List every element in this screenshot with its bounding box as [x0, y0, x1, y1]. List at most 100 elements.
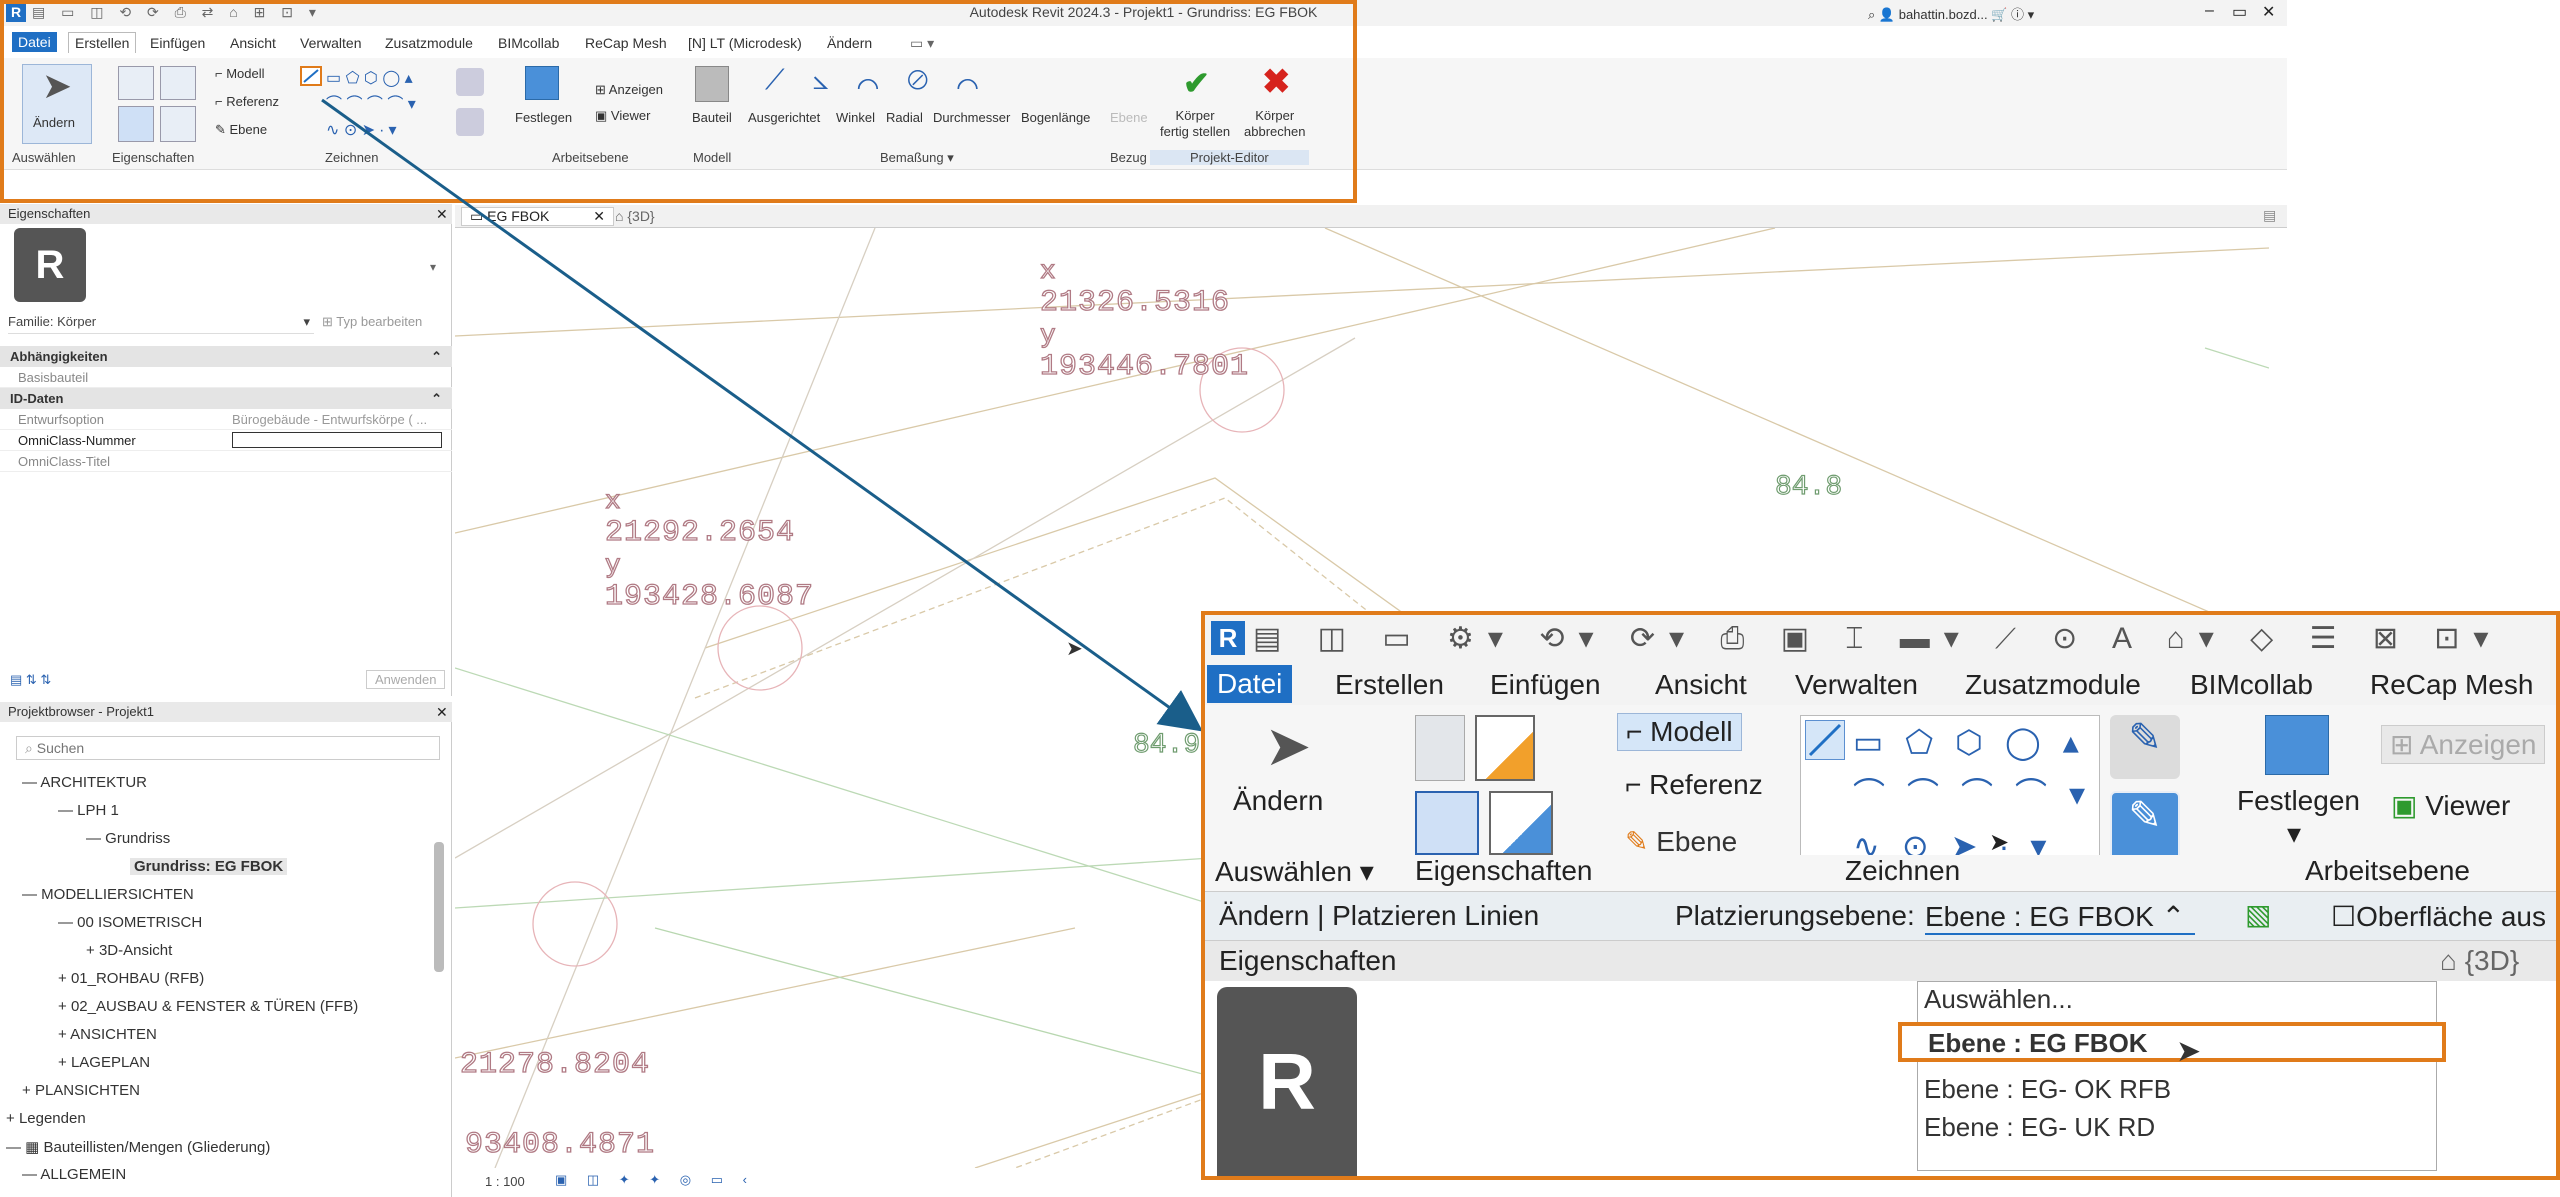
cancel-x-icon[interactable]: ✖ [1262, 62, 1291, 102]
search-input[interactable] [36, 740, 417, 756]
modell-button[interactable]: ⌐ Modell [1617, 713, 1742, 751]
tab-ansicht[interactable]: Ansicht [230, 35, 276, 51]
festlegen-button[interactable]: Festlegen ▾ [2237, 785, 2360, 850]
tab-zusatzmodule[interactable]: Zusatzmodule [385, 35, 473, 51]
tab-verwalten[interactable]: Verwalten [300, 35, 361, 51]
tab-erstellen[interactable]: Erstellen [1335, 669, 1444, 701]
properties-icon[interactable] [1415, 791, 1479, 855]
typ-bearbeiten-button[interactable]: ⊞ Typ bearbeiten [322, 314, 422, 330]
tree-item[interactable]: — LPH 1 [58, 802, 119, 819]
tile-views-icon[interactable]: ▤ [2263, 207, 2276, 224]
group-bemassung[interactable]: Bemaßung ▾ [880, 150, 954, 166]
tab-recap-mesh[interactable]: ReCap Mesh [585, 35, 667, 51]
ebene-button[interactable]: ✎ Ebene [215, 122, 267, 138]
family-types-icon[interactable] [1475, 715, 1535, 781]
tree-item-selected[interactable]: Grundriss: EG FBOK [130, 858, 288, 875]
anzeigen-button[interactable]: ⊞ Anzeigen [595, 82, 663, 98]
aendern-button[interactable]: ➤ Ändern [1233, 713, 1343, 816]
tab-ansicht[interactable]: Ansicht [1655, 669, 1747, 701]
close-icon[interactable]: ✕ [436, 704, 448, 721]
type-selector-icon[interactable] [1489, 791, 1553, 855]
tab-einfuegen[interactable]: Einfügen [1490, 669, 1601, 701]
properties-icon[interactable] [118, 106, 154, 142]
winkel-button[interactable]: Winkel [836, 110, 875, 125]
tab-bimcollab[interactable]: BIMcollab [498, 35, 559, 51]
placement-select[interactable]: Ebene : EG FBOK ⌃ [1925, 900, 2196, 935]
view-tab-3d[interactable]: ⌂ {3D} [615, 208, 655, 224]
tree-item[interactable]: + LAGEPLAN [58, 1054, 150, 1071]
tree-item[interactable]: + 01_ROHBAU (RFB) [58, 970, 204, 987]
pick-faces-icon[interactable] [456, 108, 484, 136]
tab-erstellen[interactable]: Erstellen [68, 32, 137, 53]
omniclass-input[interactable] [232, 432, 442, 448]
draw-shapes-gallery[interactable]: ▭ ⬠ ⬡ ◯ ▴ ⌒ ⌒ ⌒ ⌒ ▾ ∿ ⊙ ➤ ∙ ▾ [326, 66, 446, 146]
type-dropdown-icon[interactable]: ▾ [430, 260, 436, 274]
tree-item[interactable]: — ARCHITEKTUR [22, 774, 147, 791]
tab-zusatzmodule[interactable]: Zusatzmodule [1965, 669, 2141, 701]
bauteil-icon[interactable] [695, 66, 729, 102]
ausgerichtet-button[interactable]: Ausgerichtet [748, 110, 820, 125]
line-tool-icon[interactable] [300, 66, 322, 86]
anzeigen-button[interactable]: ⊞ Anzeigen [2381, 725, 2546, 764]
bogenlaenge-button[interactable]: Bogenlänge [1021, 110, 1090, 125]
close-icon[interactable]: ✕ [593, 208, 605, 224]
line-tool-icon[interactable] [1805, 720, 1845, 760]
koerper-fertig-stellen-button[interactable]: Körper fertig stellen [1160, 108, 1230, 140]
ebene-button[interactable]: ✎ Ebene [1625, 825, 1737, 858]
scale-label[interactable]: 1 : 100 [485, 1174, 525, 1189]
browser-scrollbar[interactable] [434, 842, 444, 972]
show-work-plane-icon[interactable]: ▧ [2245, 898, 2271, 931]
referenz-button[interactable]: ⌐ Referenz [215, 94, 279, 109]
minimize-button[interactable]: – [2205, 2, 2214, 20]
tree-item[interactable]: — Grundriss [86, 830, 170, 847]
tab-bimcollab[interactable]: BIMcollab [2190, 669, 2313, 701]
checkmark-icon[interactable]: ✔ [1183, 64, 1210, 102]
modell-button[interactable]: ⌐ Modell [215, 66, 265, 81]
tree-item[interactable]: — ▦ Bauteillisten/Mengen (Gliederung) [6, 1138, 270, 1156]
koerper-abbrechen-button[interactable]: Körper abbrechen [1244, 108, 1305, 140]
tree-item[interactable]: — ALLGEMEIN [22, 1166, 126, 1183]
help-icon[interactable]: ⓘ ▾ [2007, 7, 2034, 22]
viewer-button[interactable]: ▣ Viewer [595, 108, 650, 124]
tab-datei[interactable]: Datei [12, 32, 57, 52]
festlegen-button[interactable]: Festlegen [515, 110, 572, 125]
section-abhaengigkeiten[interactable]: Abhängigkeiten ⌃ [0, 346, 452, 367]
dropdown-option[interactable]: Ebene : EG- UK RD [1924, 1112, 2155, 1143]
dropdown-option[interactable]: Ebene : EG- OK RFB [1924, 1074, 2171, 1105]
close-icon[interactable]: ✕ [436, 206, 448, 223]
family-types-icon[interactable] [160, 66, 196, 100]
festlegen-icon[interactable] [525, 66, 559, 100]
view-tab-3d[interactable]: ⌂ {3D} [2440, 945, 2519, 977]
referenz-button[interactable]: ⌐ Referenz [1625, 769, 1763, 801]
restore-button[interactable]: ▭ [2232, 2, 2247, 22]
tab-recap-mesh[interactable]: ReCap Mesh [2370, 669, 2533, 701]
tree-item[interactable]: + ANSICHTEN [58, 1026, 157, 1043]
tab-datei[interactable]: Datei [1207, 665, 1293, 703]
property-row[interactable]: OmniClass-Nummer [0, 430, 452, 451]
type-selector-icon[interactable] [160, 106, 196, 142]
anwenden-button[interactable]: Anwenden [366, 670, 446, 689]
radial-button[interactable]: Radial [886, 110, 923, 125]
festlegen-icon[interactable] [2265, 715, 2329, 775]
oberflaeche-checkbox[interactable]: ☐Oberfläche aus [2331, 900, 2546, 933]
familie-selector[interactable]: Familie: Körper ▾ [8, 314, 314, 334]
pick-faces-icon[interactable]: ✎ [2110, 791, 2180, 861]
section-id-daten[interactable]: ID-Daten ⌃ [0, 388, 452, 409]
pick-lines-icon[interactable] [456, 68, 484, 96]
placement-dropdown[interactable]: Auswählen... Ebene : EG FBOK Ebene : EG-… [1898, 981, 2446, 1171]
group-auswaehlen[interactable]: Auswählen [12, 150, 76, 165]
tab-microdesk[interactable]: [N] LT (Microdesk) [688, 35, 802, 51]
tree-item[interactable]: + 02_AUSBAU & FENSTER & TÜREN (FFB) [58, 998, 358, 1015]
dropdown-option[interactable]: Auswählen... [1924, 984, 2073, 1015]
aendern-button[interactable]: ➤ Ändern [22, 64, 92, 144]
tab-verwalten[interactable]: Verwalten [1795, 669, 1918, 701]
pick-lines-icon[interactable]: ✎ [2110, 715, 2180, 779]
browser-search[interactable]: ⌕ [16, 736, 440, 760]
dropdown-option-selected[interactable]: Ebene : EG FBOK [1898, 1022, 2446, 1062]
tab-einfuegen[interactable]: Einfügen [150, 35, 205, 51]
bauteil-button[interactable]: Bauteil [692, 110, 732, 125]
cart-icon[interactable]: 🛒 [1991, 7, 2007, 22]
type-properties-icon[interactable] [1415, 715, 1465, 781]
tree-item[interactable]: + Legenden [6, 1110, 86, 1127]
group-auswaehlen[interactable]: Auswählen ▾ [1215, 855, 1374, 888]
